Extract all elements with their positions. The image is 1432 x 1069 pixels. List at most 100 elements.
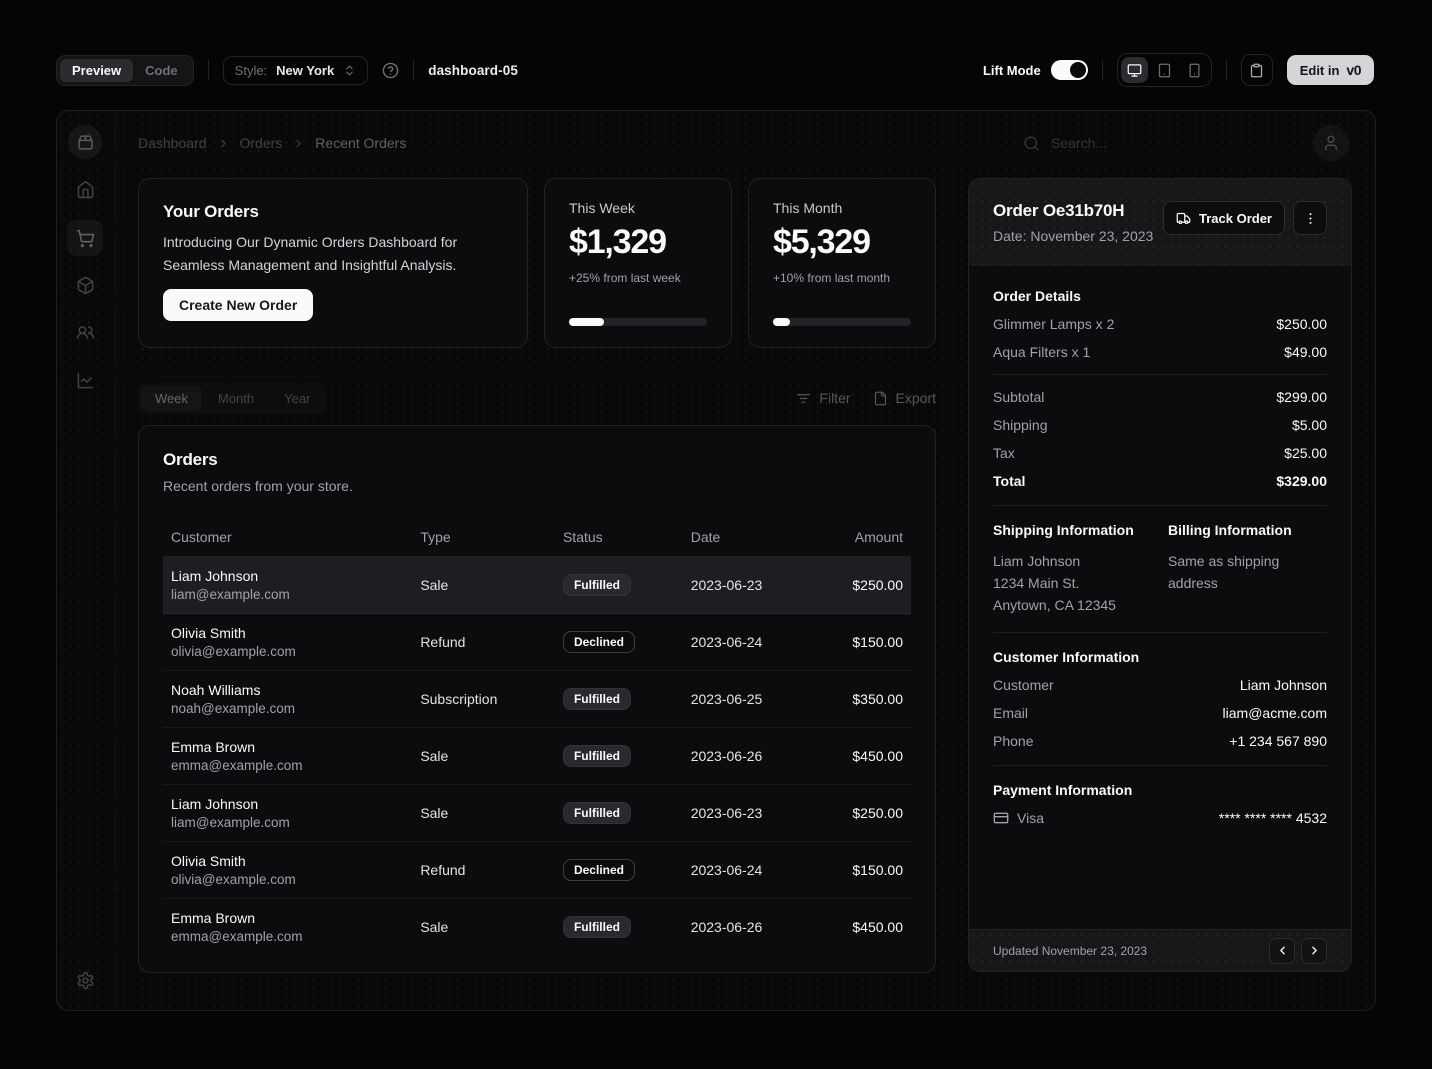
tablet-icon <box>1157 63 1172 78</box>
desktop-view-button[interactable] <box>1121 57 1148 83</box>
tablet-view-button[interactable] <box>1151 57 1178 83</box>
export-button[interactable]: Export <box>873 390 936 406</box>
order-amount: $250.00 <box>832 557 911 614</box>
stat-note: +25% from last week <box>569 271 707 285</box>
app-logo[interactable] <box>68 125 102 159</box>
help-circle-icon[interactable] <box>382 62 399 79</box>
track-order-button[interactable]: Track Order <box>1163 201 1285 235</box>
tab-week[interactable]: Week <box>141 386 202 411</box>
order-date: 2023-06-26 <box>683 899 832 956</box>
status-badge: Declined <box>563 859 635 881</box>
card-title: Your Orders <box>163 202 503 222</box>
style-value: New York <box>276 63 334 78</box>
previous-order-button[interactable] <box>1269 938 1295 964</box>
email-row: Emailliam@acme.com <box>993 705 1327 721</box>
line-chart-icon <box>76 371 95 390</box>
table-row[interactable]: Olivia Smitholivia@example.com Refund De… <box>163 842 911 899</box>
sidebar <box>57 111 115 1010</box>
search-field[interactable] <box>1023 134 1233 152</box>
order-date: 2023-06-23 <box>683 785 832 842</box>
copy-code-button[interactable] <box>1241 54 1273 86</box>
app-header: Dashboard Orders Recent Orders <box>114 111 1375 175</box>
divider <box>1226 60 1227 80</box>
create-new-order-button[interactable]: Create New Order <box>163 289 313 321</box>
table-row[interactable]: Olivia Smitholivia@example.com Refund De… <box>163 614 911 671</box>
table-header-row: Customer Type Status Date Amount <box>163 518 911 557</box>
divider <box>1102 60 1103 80</box>
next-order-button[interactable] <box>1301 938 1327 964</box>
order-item: Glimmer Lamps x 2$250.00 <box>993 316 1327 332</box>
block-title: dashboard-05 <box>428 63 518 78</box>
style-label: Style: <box>235 63 268 78</box>
filter-label: Filter <box>819 390 850 406</box>
shipping-info-heading: Shipping Information <box>993 522 1152 538</box>
col-customer: Customer <box>163 518 412 557</box>
shipping-value: $5.00 <box>1292 417 1327 433</box>
filter-icon <box>796 391 811 406</box>
breadcrumb-dashboard[interactable]: Dashboard <box>138 135 207 151</box>
file-icon <box>873 391 888 406</box>
order-amount: $150.00 <box>832 842 911 899</box>
users-icon <box>76 323 95 342</box>
edit-in-label: Edit in <box>1300 63 1340 78</box>
chevrons-up-down-icon <box>343 64 356 77</box>
chevron-right-icon <box>217 137 230 150</box>
table-row[interactable]: Emma Brownemma@example.com Sale Fulfille… <box>163 899 911 956</box>
tab-month[interactable]: Month <box>204 386 268 411</box>
shipping-line: 1234 Main St. <box>993 572 1152 594</box>
breadcrumb-orders[interactable]: Orders <box>240 135 283 151</box>
divider <box>413 60 414 80</box>
tab-preview[interactable]: Preview <box>60 59 133 82</box>
style-select[interactable]: Style: New York <box>223 56 369 85</box>
sidebar-item-customers[interactable] <box>67 314 103 350</box>
customer-info-heading: Customer Information <box>993 649 1327 665</box>
table-row[interactable]: Emma Brownemma@example.com Sale Fulfille… <box>163 728 911 785</box>
orders-description: Recent orders from your store. <box>163 478 911 494</box>
smartphone-icon <box>1187 63 1202 78</box>
col-status: Status <box>555 518 683 557</box>
tab-code[interactable]: Code <box>133 59 190 82</box>
sidebar-item-dashboard[interactable] <box>67 171 103 207</box>
subtotal-value: $299.00 <box>1276 389 1327 405</box>
search-input[interactable] <box>1049 134 1233 152</box>
shipping-line: Anytown, CA 12345 <box>993 594 1152 616</box>
separator <box>993 765 1327 766</box>
table-row[interactable]: Liam Johnsonliam@example.com Sale Fulfil… <box>163 785 911 842</box>
customer-name: Olivia Smith <box>171 625 404 641</box>
stat-note: +10% from last month <box>773 271 911 285</box>
order-amount: $450.00 <box>832 899 911 956</box>
item-value: $250.00 <box>1276 316 1327 332</box>
user-avatar[interactable] <box>1313 125 1349 161</box>
customer-email: liam@example.com <box>171 587 404 602</box>
order-details-heading: Order Details <box>993 288 1327 304</box>
customer-name: Noah Williams <box>171 682 404 698</box>
orders-title: Orders <box>163 450 911 470</box>
separator <box>993 632 1327 633</box>
order-amount: $250.00 <box>832 785 911 842</box>
tax-value: $25.00 <box>1284 445 1327 461</box>
phone-label: Phone <box>993 733 1033 749</box>
period-tabs: Week Month Year <box>138 383 327 414</box>
filter-button[interactable]: Filter <box>796 390 850 406</box>
package2-icon <box>77 134 94 151</box>
lift-mode-toggle[interactable] <box>1051 60 1088 80</box>
sidebar-item-products[interactable] <box>67 267 103 303</box>
table-row[interactable]: Noah Williamsnoah@example.com Subscripti… <box>163 671 911 728</box>
breadcrumb-recent-orders: Recent Orders <box>315 135 406 151</box>
home-icon <box>76 180 95 199</box>
sidebar-item-orders[interactable] <box>67 220 103 256</box>
shipping-label: Shipping <box>993 417 1048 433</box>
table-row[interactable]: Liam Johnsonliam@example.com Sale Fulfil… <box>163 557 911 614</box>
sidebar-item-analytics[interactable] <box>67 362 103 398</box>
order-type: Sale <box>412 728 555 785</box>
status-badge: Fulfilled <box>563 574 631 596</box>
edit-in-v0-button[interactable]: Edit in v0 <box>1287 55 1374 85</box>
more-options-button[interactable] <box>1293 201 1327 235</box>
sidebar-item-settings[interactable] <box>67 962 103 998</box>
order-pagination <box>1269 938 1327 964</box>
tab-year[interactable]: Year <box>270 386 324 411</box>
your-orders-card: Your Orders Introducing Our Dynamic Orde… <box>138 178 528 348</box>
status-badge: Declined <box>563 631 635 653</box>
phone-row: Phone+1 234 567 890 <box>993 733 1327 749</box>
mobile-view-button[interactable] <box>1181 57 1208 83</box>
